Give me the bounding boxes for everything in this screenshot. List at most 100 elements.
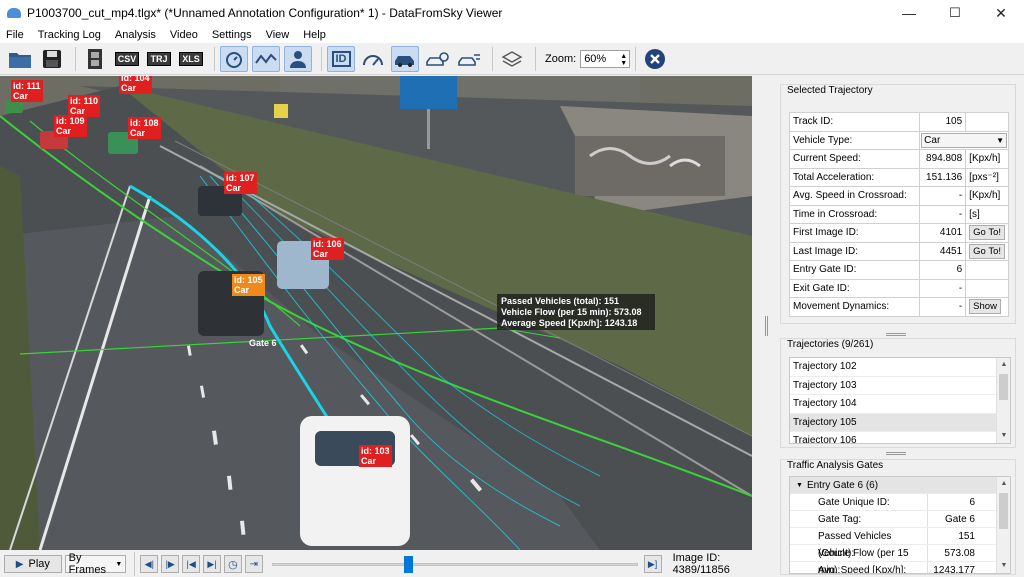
vehicle-label-105[interactable]: id: 105 Car xyxy=(232,274,265,296)
list-item[interactable]: Trajectory 104 xyxy=(790,395,1010,414)
maximize-button[interactable]: ☐ xyxy=(932,0,978,26)
export-xls-button[interactable]: XLS xyxy=(177,46,205,72)
timeline-slider[interactable] xyxy=(271,555,638,573)
menu-file[interactable]: File xyxy=(6,29,24,41)
property-value: 573.08 xyxy=(944,548,975,559)
slider-track[interactable] xyxy=(271,563,638,566)
go-end-button[interactable]: ▶| xyxy=(203,555,221,573)
property-value: Gate 6 xyxy=(944,514,975,525)
menu-tracking-log[interactable]: Tracking Log xyxy=(38,29,101,41)
title-bar: P1003700_cut_mp4.tlgx* (*Unnamed Annotat… xyxy=(0,0,1024,26)
splitter-grip-icon[interactable] xyxy=(765,316,768,336)
show-speed-button[interactable] xyxy=(359,46,387,72)
trajectory-path-icon xyxy=(255,52,277,64)
scroll-thumb[interactable] xyxy=(999,374,1008,400)
trajectories-title: Trajectories (9/261) xyxy=(787,339,874,350)
list-item-selected[interactable]: Trajectory 105 xyxy=(790,413,1010,432)
minimize-button[interactable]: — xyxy=(886,0,932,26)
vehicle-label-107[interactable]: id: 107 Car xyxy=(224,172,257,194)
show-dynamics-button[interactable]: Show xyxy=(969,299,1001,315)
menu-analysis[interactable]: Analysis xyxy=(115,29,156,41)
table-row: Entry Gate ID: 6 xyxy=(788,260,1009,280)
step-forward-button[interactable]: |▶ xyxy=(161,555,180,573)
table-row: Exit Gate ID: - xyxy=(788,278,1009,298)
vehicle-id: id: 105 xyxy=(234,275,263,285)
table-row: Total Acceleration: 151.136 [pxs⁻²] xyxy=(788,167,1009,187)
open-folder-button[interactable] xyxy=(6,46,34,72)
row-unit xyxy=(965,278,1009,298)
list-item[interactable]: Trajectory 106 xyxy=(790,432,1010,443)
gate-property-row: Gate Unique ID: 6 xyxy=(790,494,1010,511)
scroll-down-icon[interactable]: ▼ xyxy=(997,429,1010,443)
vehicle-label-104[interactable]: id: 104 Car xyxy=(119,76,152,94)
show-id-button[interactable]: ID xyxy=(327,45,355,72)
show-vehicle-button[interactable] xyxy=(391,45,419,72)
menu-view[interactable]: View xyxy=(266,29,290,41)
list-item[interactable]: Trajectory 102 xyxy=(790,358,1010,377)
vehicle-label-111[interactable]: id: 111 Car xyxy=(11,80,43,102)
vehicle-speed-button[interactable] xyxy=(455,46,483,72)
menu-settings[interactable]: Settings xyxy=(212,29,252,41)
vehicle-label-106[interactable]: id: 106 Car xyxy=(311,238,344,260)
vehicle-label-103[interactable]: id: 103 Car xyxy=(359,445,392,467)
scroll-thumb[interactable] xyxy=(999,493,1008,529)
step-mode-select[interactable]: By Frames ▼ xyxy=(64,552,127,576)
section-resize-grip[interactable] xyxy=(886,333,906,336)
property-value: 1243.177 xyxy=(933,565,975,574)
go-to-time-button[interactable]: ◷ xyxy=(223,555,242,573)
go-start-button[interactable]: |◀ xyxy=(182,555,201,573)
scroll-up-icon[interactable]: ▲ xyxy=(997,477,1010,491)
vehicle-label-110[interactable]: id: 110 Car xyxy=(68,95,101,117)
zoom-combobox[interactable]: 60% ▲ ▼ xyxy=(580,49,631,68)
row-label: Current Speed: xyxy=(788,149,921,169)
vehicle-label-108[interactable]: id: 108 Car xyxy=(128,117,161,139)
table-row: Time in Crossroad: - [s] xyxy=(788,204,1009,224)
menu-help[interactable]: Help xyxy=(303,29,326,41)
stats-average-speed: Average Speed [Kpx/h]: 1243.18 xyxy=(501,318,638,328)
list-item[interactable]: Trajectory 103 xyxy=(790,377,1010,395)
gates-tree[interactable]: ▼ Entry Gate 6 (6) Gate Unique ID: 6 Gate… xyxy=(789,476,1011,574)
vehicle-label-109[interactable]: id: 109 Car xyxy=(54,115,87,137)
gates-scrollbar[interactable]: ▲ ▼ xyxy=(996,477,1010,573)
export-trj-button[interactable]: TRJ xyxy=(145,46,173,72)
vehicle-type: Car xyxy=(13,91,29,101)
menu-video[interactable]: Video xyxy=(170,29,198,41)
trajectories-list[interactable]: Trajectory 102 Trajectory 103 Trajectory… xyxy=(789,357,1011,444)
trajectories-scrollbar[interactable]: ▲ ▼ xyxy=(996,358,1010,443)
person-button[interactable] xyxy=(284,45,312,72)
close-window-button[interactable]: ✕ xyxy=(978,0,1024,26)
chevron-down-icon: ▼ xyxy=(115,560,123,568)
row-label: Avg. Speed in Crossroad: xyxy=(788,186,921,206)
chevron-down-icon[interactable]: ▼ xyxy=(790,477,807,493)
vehicle-type-value: Car xyxy=(924,134,941,146)
layers-icon xyxy=(501,50,523,67)
jump-icon: ▶] xyxy=(647,558,658,569)
export-csv-button[interactable]: CSV xyxy=(113,46,141,72)
goto-first-image-button[interactable]: Go To! xyxy=(969,225,1005,241)
export-frame-button[interactable]: ⇥ xyxy=(244,555,263,573)
step-mode-value: By Frames xyxy=(68,552,106,576)
trajectory-path-button[interactable] xyxy=(252,45,280,72)
gate-label: Gate 6 xyxy=(249,338,277,348)
jump-button[interactable]: ▶] xyxy=(643,555,662,573)
speed-timer-button[interactable] xyxy=(220,45,248,72)
save-button[interactable] xyxy=(38,46,66,72)
scroll-down-icon[interactable]: ▼ xyxy=(997,559,1010,573)
goto-last-image-button[interactable]: Go To! xyxy=(969,243,1005,259)
slider-thumb[interactable] xyxy=(403,556,413,573)
row-value: - xyxy=(919,297,967,317)
spin-arrows-icon[interactable]: ▲ ▼ xyxy=(620,53,627,67)
layers-button[interactable] xyxy=(498,46,526,72)
vehicle-type-select[interactable]: Car ▼ xyxy=(919,130,1009,150)
scroll-up-icon[interactable]: ▲ xyxy=(997,358,1010,372)
vehicle-gate-button[interactable] xyxy=(423,46,451,72)
step-back-button[interactable]: ◀| xyxy=(140,555,159,573)
gate-node[interactable]: ▼ Entry Gate 6 (6) xyxy=(790,477,1010,494)
video-frame[interactable]: id: 111 Car id: 104 Car id: 110 Car id: 109… xyxy=(0,76,752,550)
panel-splitter[interactable] xyxy=(752,76,780,550)
play-button[interactable]: ▶ Play xyxy=(4,555,62,573)
close-file-button[interactable] xyxy=(641,46,669,72)
export-video-button[interactable] xyxy=(81,46,109,72)
section-resize-grip[interactable] xyxy=(886,452,906,455)
car-gate-icon xyxy=(426,51,449,66)
